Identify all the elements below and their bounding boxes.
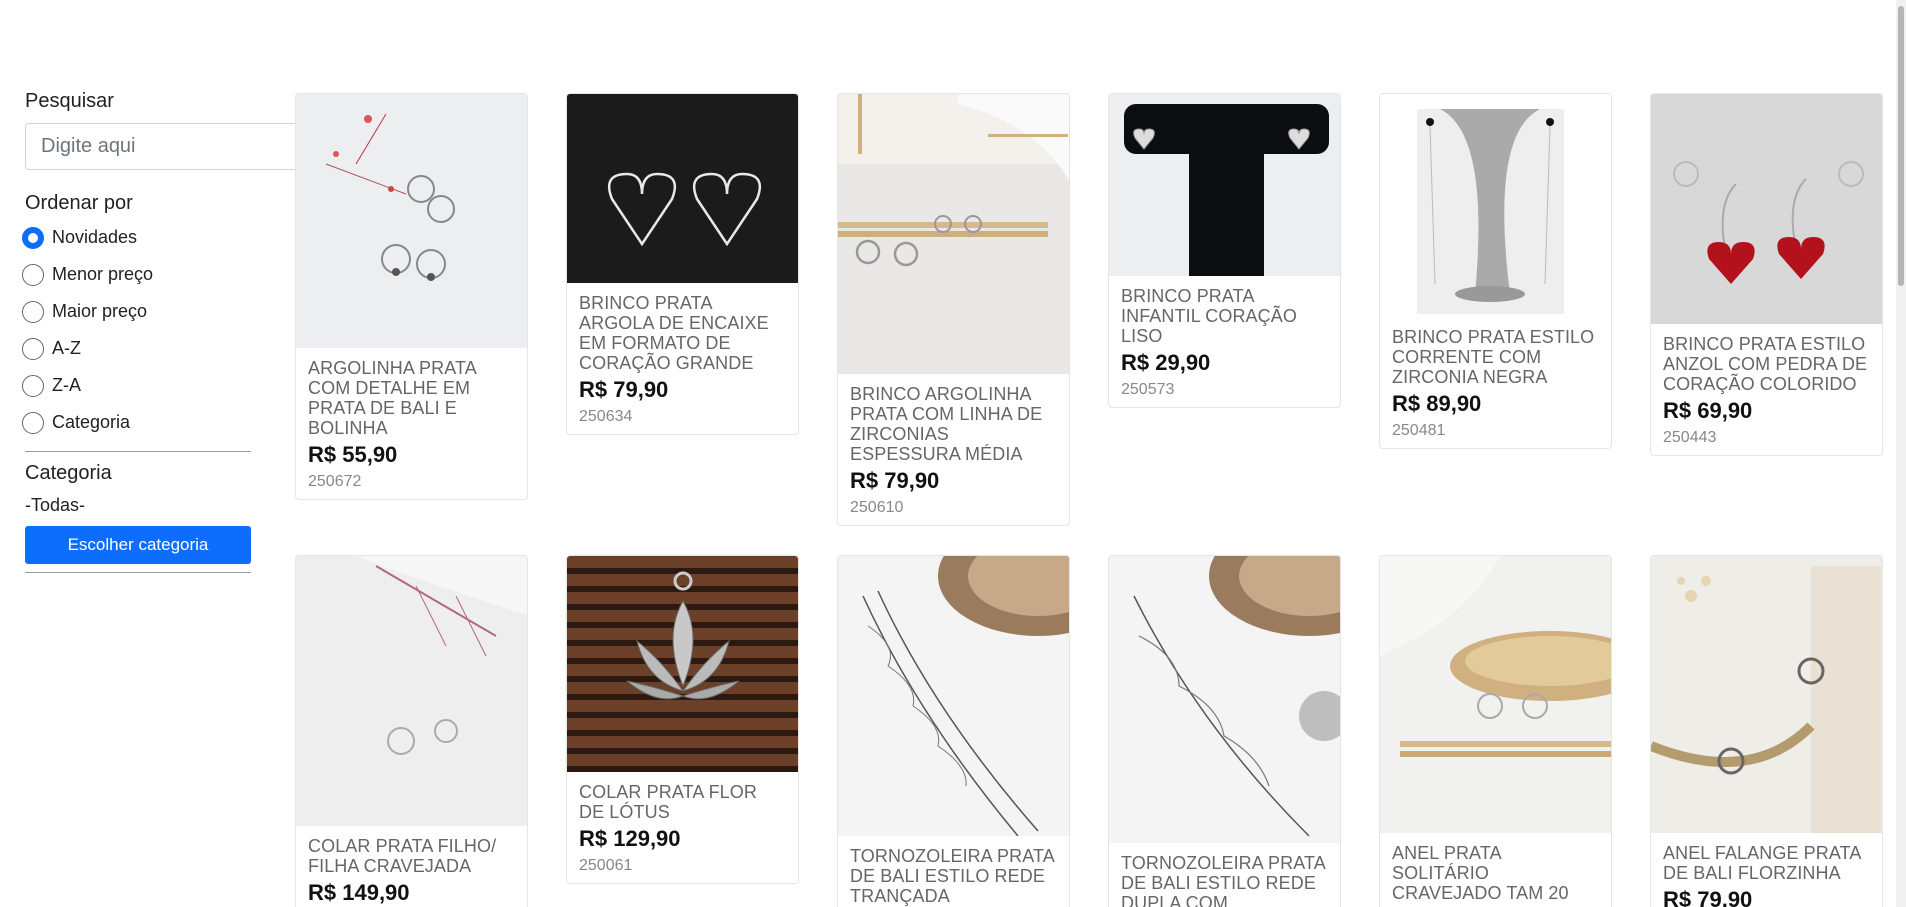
product-info: BRINCO PRATA ESTILO ANZOL COM PEDRA DE C… (1651, 324, 1882, 455)
category-heading: Categoria (25, 462, 112, 484)
product-card[interactable]: BRINCO PRATA ESTILO ANZOL COM PEDRA DE C… (1650, 93, 1883, 456)
product-card[interactable]: ANEL PRATA SOLITÁRIO CRAVEJADO TAM 20 (1379, 555, 1612, 907)
product-image[interactable] (296, 94, 527, 348)
product-info: BRINCO PRATA INFANTIL CORAÇÃO LISO R$ 29,… (1109, 276, 1340, 407)
product-code: 250610 (850, 499, 904, 516)
sidebar-divider (25, 451, 251, 452)
product-name[interactable]: TORNOZOLEIRA PRATA DE BALI ESTILO REDE T… (850, 846, 1057, 906)
product-name[interactable]: ARGOLINHA PRATA COM DETALHE EM PRATA DE … (308, 358, 515, 438)
product-image[interactable] (567, 556, 798, 772)
sort-option-label: Menor preço (52, 264, 154, 284)
product-price: R$ 79,90 (579, 377, 669, 402)
product-info: ARGOLINHA PRATA COM DETALHE EM PRATA DE … (296, 348, 527, 499)
product-card[interactable]: BRINCO PRATA ARGOLA DE ENCAIXE EM FORMAT… (566, 93, 799, 435)
product-price: R$ 69,90 (1663, 398, 1753, 423)
sort-option-label: Novidades (52, 227, 138, 247)
search-input[interactable] (25, 123, 321, 170)
sort-option-label: Categoria (52, 412, 131, 432)
product-name[interactable]: COLAR PRATA FLOR DE LÓTUS (579, 782, 786, 822)
sort-option-label: Maior preço (52, 301, 148, 321)
product-image[interactable] (1109, 94, 1340, 276)
sort-option[interactable]: Novidades (22, 219, 251, 256)
sort-option[interactable]: Menor preço (22, 256, 251, 293)
product-price: R$ 129,90 (579, 826, 681, 851)
product-name[interactable]: COLAR PRATA FILHO/ FILHA CRAVEJADA (308, 836, 515, 876)
product-name[interactable]: BRINCO PRATA ARGOLA DE ENCAIXE EM FORMAT… (579, 293, 786, 373)
sort-heading: Ordenar por (25, 192, 133, 214)
product-info: COLAR PRATA FLOR DE LÓTUS R$ 129,90 250061 (567, 772, 798, 883)
product-name[interactable]: BRINCO PRATA INFANTIL CORAÇÃO LISO (1121, 286, 1328, 346)
product-info: ANEL FALANGE PRATA DE BALI FLORZINHA R$ 7… (1651, 833, 1882, 907)
product-price: R$ 149,90 (308, 880, 410, 905)
sort-option[interactable]: Z-A (22, 367, 251, 404)
product-name[interactable]: TORNOZOLEIRA PRATA DE BALI ESTILO REDE D… (1121, 853, 1328, 907)
product-name[interactable]: BRINCO PRATA ESTILO ANZOL COM PEDRA DE C… (1663, 334, 1870, 394)
sort-option[interactable]: A-Z (22, 330, 251, 367)
product-image[interactable] (1109, 556, 1340, 843)
radio-button[interactable] (22, 411, 44, 434)
product-price: R$ 79,90 (1663, 887, 1753, 907)
product-price: R$ 29,90 (1121, 350, 1211, 375)
product-image[interactable] (1380, 556, 1611, 833)
radio-button[interactable] (22, 337, 44, 360)
product-image[interactable] (1651, 556, 1882, 833)
product-info: BRINCO PRATA ARGOLA DE ENCAIXE EM FORMAT… (567, 283, 798, 434)
product-card[interactable]: TORNOZOLEIRA PRATA DE BALI ESTILO REDE D… (1108, 555, 1341, 907)
product-image[interactable] (567, 94, 798, 283)
product-name[interactable]: BRINCO PRATA ESTILO CORRENTE COM ZIRCONI… (1392, 327, 1599, 387)
sort-option[interactable]: Maior preço (22, 293, 251, 330)
search-heading: Pesquisar (25, 90, 114, 112)
product-image[interactable] (838, 94, 1069, 374)
product-price: R$ 55,90 (308, 442, 398, 467)
product-price: R$ 79,90 (850, 468, 940, 493)
product-card[interactable]: ARGOLINHA PRATA COM DETALHE EM PRATA DE … (295, 93, 528, 500)
search-bar (25, 123, 373, 170)
product-card[interactable]: BRINCO PRATA INFANTIL CORAÇÃO LISO R$ 29,… (1108, 93, 1341, 408)
sort-options: Novidades Menor preço Maior preço A-Z Z-A Cat… (22, 219, 251, 441)
sidebar-divider (25, 572, 251, 573)
product-image[interactable] (838, 556, 1069, 836)
product-info: COLAR PRATA FILHO/ FILHA CRAVEJADA R$ 149… (296, 826, 527, 907)
product-card[interactable]: TORNOZOLEIRA PRATA DE BALI ESTILO REDE T… (837, 555, 1070, 907)
product-code: 250634 (579, 408, 633, 425)
product-price: R$ 89,90 (1392, 391, 1482, 416)
product-card[interactable]: ANEL FALANGE PRATA DE BALI FLORZINHA R$ 7… (1650, 555, 1883, 907)
radio-button[interactable] (22, 300, 44, 323)
product-code: 250672 (308, 473, 362, 490)
product-code: 250443 (1663, 429, 1717, 446)
scrollbar-thumb[interactable] (1898, 6, 1904, 286)
product-card[interactable]: BRINCO ARGOLINHA PRATA COM LINHA DE ZIRC… (837, 93, 1070, 526)
radio-button[interactable] (22, 263, 44, 286)
product-info: BRINCO PRATA ESTILO CORRENTE COM ZIRCONI… (1380, 317, 1611, 448)
product-info: TORNOZOLEIRA PRATA DE BALI ESTILO REDE D… (1109, 843, 1340, 907)
page-scrollbar[interactable] (1896, 0, 1906, 907)
sort-option-label: Z-A (52, 375, 81, 395)
product-card[interactable]: BRINCO PRATA ESTILO CORRENTE COM ZIRCONI… (1379, 93, 1612, 449)
sort-option-label: A-Z (52, 338, 81, 358)
product-info: ANEL PRATA SOLITÁRIO CRAVEJADO TAM 20 (1380, 833, 1611, 907)
sort-option[interactable]: Categoria (22, 404, 251, 441)
product-image[interactable] (1380, 94, 1611, 317)
filter-sidebar: Pesquisar Ordenar por Novidades Menor pre… (22, 90, 373, 583)
product-image[interactable] (296, 556, 527, 826)
product-code: 250481 (1392, 422, 1446, 439)
product-info: BRINCO ARGOLINHA PRATA COM LINHA DE ZIRC… (838, 374, 1069, 525)
category-value: -Todas- (25, 495, 86, 515)
radio-button[interactable] (22, 374, 44, 397)
choose-category-button[interactable]: Escolher categoria (25, 526, 251, 564)
product-info: TORNOZOLEIRA PRATA DE BALI ESTILO REDE T… (838, 836, 1069, 907)
product-card[interactable]: COLAR PRATA FLOR DE LÓTUS R$ 129,90 250061 (566, 555, 799, 884)
radio-button[interactable] (22, 226, 44, 249)
product-code: 250573 (1121, 381, 1175, 398)
product-image[interactable] (1651, 94, 1882, 324)
product-card[interactable]: COLAR PRATA FILHO/ FILHA CRAVEJADA R$ 149… (295, 555, 528, 907)
product-name[interactable]: ANEL FALANGE PRATA DE BALI FLORZINHA (1663, 843, 1870, 883)
product-code: 250061 (579, 857, 633, 874)
product-name[interactable]: ANEL PRATA SOLITÁRIO CRAVEJADO TAM 20 (1392, 843, 1599, 903)
product-name[interactable]: BRINCO ARGOLINHA PRATA COM LINHA DE ZIRC… (850, 384, 1057, 464)
